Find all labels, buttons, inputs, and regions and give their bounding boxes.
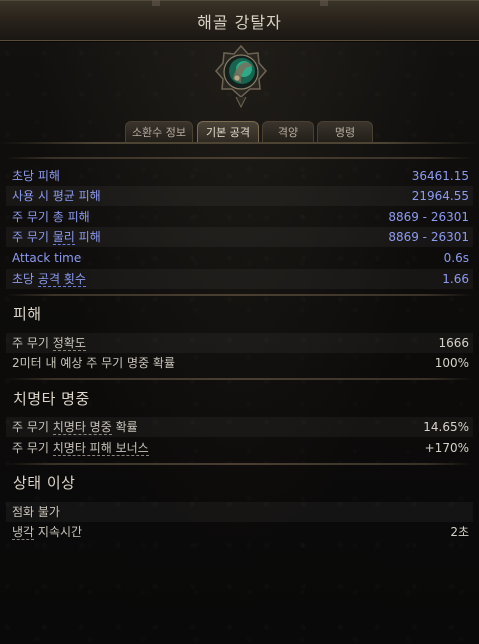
tab-label: 격양 — [277, 126, 299, 139]
skull-emblem-icon — [215, 44, 267, 111]
section-divider — [6, 461, 473, 467]
tab-minion-info[interactable]: 소환수 정보 — [125, 121, 193, 143]
stat-value: 0.6s — [443, 251, 469, 265]
keyword-tooltip[interactable]: 공격 횟수 — [37, 272, 86, 287]
stat-label: 주 무기 정확도 — [12, 336, 86, 351]
header-ornament — [320, 0, 328, 6]
stat-label: 주 무기 치명타 명중 확률 — [12, 420, 138, 435]
minion-panel: 해골 강탈자 소환수 정보 기본 공격 격양 명령 초당 피해 36461.15… — [0, 0, 479, 644]
stat-label: 주 무기 물리 피해 — [12, 230, 101, 245]
stat-row-crit-chance: 주 무기 치명타 명중 확률 14.65% — [6, 417, 473, 437]
stat-row-attacks-per-second: 초당 공격 횟수 1.66 — [6, 269, 473, 289]
section-divider — [6, 155, 473, 161]
stat-row-ignite-immune: 점화 불가 — [6, 502, 473, 522]
stat-label: 초당 피해 — [12, 169, 60, 183]
stat-value: 14.65% — [423, 420, 469, 434]
section-divider — [6, 376, 473, 382]
stat-label: Attack time — [12, 251, 82, 265]
tab-label: 명령 — [334, 126, 356, 139]
section-title-critical: 치명타 명중 — [13, 390, 90, 408]
section-title-damage: 피해 — [13, 305, 42, 323]
stat-value: 1.66 — [442, 272, 469, 286]
stat-label: 사용 시 평균 피해 — [12, 189, 101, 203]
keyword-tooltip[interactable]: 냉각 — [12, 525, 35, 540]
tab-underline — [0, 142, 479, 144]
stat-label: 점화 불가 — [12, 505, 60, 519]
keyword-tooltip[interactable]: 물리 — [52, 230, 75, 245]
stat-value: 8869 - 26301 — [388, 210, 469, 224]
stat-value: 100% — [434, 356, 469, 370]
stat-value: 36461.15 — [411, 169, 469, 183]
stat-row-crit-damage: 주 무기 치명타 피해 보너스 +170% — [6, 438, 473, 458]
stat-label: 냉각 지속시간 — [12, 525, 83, 540]
tab-rage[interactable]: 격양 — [262, 121, 314, 143]
stat-row-avg-damage: 사용 시 평균 피해 21964.55 — [6, 186, 473, 206]
stat-label: 주 무기 치명타 피해 보너스 — [12, 441, 149, 456]
stat-value: 21964.55 — [411, 189, 469, 203]
tab-label: 소환수 정보 — [131, 126, 187, 139]
header-ornament — [152, 0, 160, 6]
stat-label: 2미터 내 예상 주 무기 명중 확률 — [12, 356, 176, 370]
stat-value: 1666 — [438, 336, 469, 350]
stat-label: 초당 공격 횟수 — [12, 272, 86, 287]
keyword-tooltip[interactable]: 정확도 — [52, 336, 86, 351]
stat-value: 2초 — [450, 525, 469, 539]
stat-row-hit-chance: 2미터 내 예상 주 무기 명중 확률 100% — [6, 353, 473, 373]
tab-label: 기본 공격 — [206, 126, 250, 139]
stat-row-main-weapon-physical: 주 무기 물리 피해 8869 - 26301 — [6, 227, 473, 247]
panel-header: 해골 강탈자 — [0, 0, 479, 41]
stat-row-attack-time: Attack time 0.6s — [6, 248, 473, 268]
stat-row-chill-duration: 냉각 지속시간 2초 — [6, 522, 473, 542]
section-divider — [6, 292, 473, 298]
stat-value: 8869 - 26301 — [388, 230, 469, 244]
stat-row-main-weapon-total: 주 무기 총 피해 8869 - 26301 — [6, 207, 473, 227]
keyword-tooltip[interactable]: 치명타 명중 — [52, 420, 112, 435]
tab-basic-attack[interactable]: 기본 공격 — [197, 121, 259, 144]
stat-row-accuracy: 주 무기 정확도 1666 — [6, 333, 473, 353]
section-title-ailment: 상태 이상 — [13, 474, 76, 492]
keyword-tooltip[interactable]: 치명타 피해 보너스 — [52, 441, 149, 456]
tab-bar: 소환수 정보 기본 공격 격양 명령 — [0, 121, 479, 144]
tab-commands[interactable]: 명령 — [317, 121, 373, 143]
panel-title: 해골 강탈자 — [197, 13, 282, 32]
stat-label: 주 무기 총 피해 — [12, 210, 90, 224]
stat-row-dps: 초당 피해 36461.15 — [6, 166, 473, 186]
stat-value: +170% — [424, 441, 469, 455]
